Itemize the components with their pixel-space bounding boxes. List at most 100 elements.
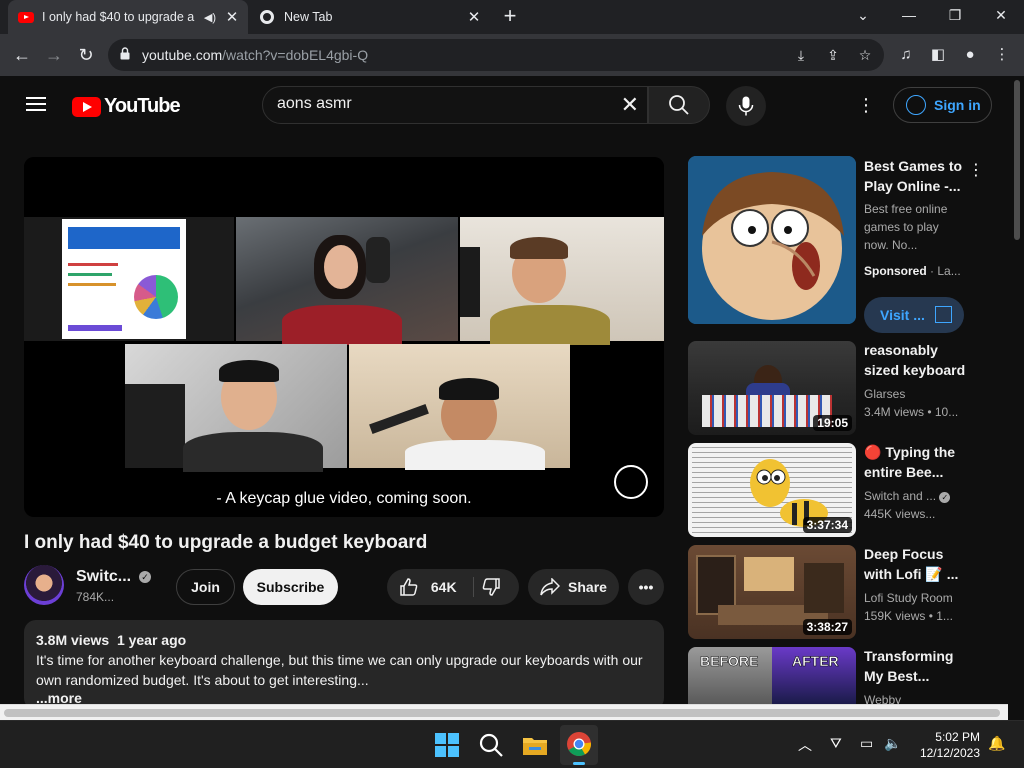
browser-tab-bar: I only had $40 to upgrade a ◀) ✕ New Tab… xyxy=(0,0,1024,34)
video-duration: 3:38:27 xyxy=(802,619,852,635)
share-page-icon[interactable]: ⇪ xyxy=(824,46,842,64)
notification-bell-icon[interactable]: 🔔 xyxy=(988,735,1005,752)
install-app-icon[interactable]: ⤓ xyxy=(792,46,810,64)
close-tab-icon[interactable]: ✕ xyxy=(222,8,242,26)
address-toolbar: ← → ↻ youtube.com/watch?v=dobEL4gbi-Q ⤓ … xyxy=(0,34,1024,76)
search-input[interactable] xyxy=(277,95,607,113)
visit-site-button[interactable]: Visit ... xyxy=(864,297,964,333)
recommendation-title[interactable]: reasonably sized keyboard xyxy=(864,340,974,380)
video-player[interactable]: - A keycap glue video, coming soon. xyxy=(24,157,664,517)
new-tab-button[interactable]: + xyxy=(498,4,522,28)
show-hidden-icons-icon[interactable]: ︿ xyxy=(798,735,812,755)
advertiser-name: · La... xyxy=(930,264,961,278)
join-button[interactable]: Join xyxy=(176,569,235,605)
share-arrow-icon xyxy=(540,578,561,596)
chrome-icon xyxy=(567,732,591,757)
verified-badge-icon: ✓ xyxy=(939,492,951,503)
recommendation-thumbnail[interactable]: 3:37:34 xyxy=(688,443,856,537)
recommendation-channel[interactable]: Glarses xyxy=(864,385,974,403)
ad-title[interactable]: Best Games to Play Online -... xyxy=(864,156,974,196)
after-label: AFTER xyxy=(792,653,839,670)
vertical-scrollbar[interactable] xyxy=(1010,76,1024,704)
display-icon[interactable]: ▭ xyxy=(860,735,873,752)
windows-start-icon[interactable] xyxy=(432,730,462,760)
channel-name[interactable]: Switc... xyxy=(76,568,131,586)
view-stats: 3.8M views 1 year ago xyxy=(36,632,652,648)
horizontal-scrollbar[interactable] xyxy=(0,704,1008,720)
settings-kebab-icon[interactable]: ⋮ xyxy=(856,94,876,116)
chrome-menu-icon[interactable]: ⋮ xyxy=(990,43,1014,67)
youtube-wordmark: YouTube xyxy=(104,95,181,117)
close-window-button[interactable]: ✕ xyxy=(978,0,1024,30)
like-count: 64K xyxy=(430,579,457,595)
description-box[interactable]: 3.8M views 1 year ago It's time for anot… xyxy=(24,620,664,710)
guide-menu-icon[interactable] xyxy=(26,97,46,111)
forward-button[interactable]: → xyxy=(42,43,66,67)
system-clock[interactable]: 5:02 PM 12/12/2023 xyxy=(920,729,980,761)
sign-in-button[interactable]: Sign in xyxy=(893,87,992,123)
recommendation-thumbnail[interactable]: BEFORE AFTER xyxy=(688,647,856,704)
tab-search-icon[interactable]: ⌄ xyxy=(840,0,886,30)
recommendation-stats: 159K views • 1... xyxy=(864,609,953,623)
recommendation-channel[interactable]: Lofi Study Room xyxy=(864,589,974,607)
video-tile-man-glasses xyxy=(125,344,347,472)
bookmark-star-icon[interactable]: ☆ xyxy=(856,46,874,64)
search-icon[interactable] xyxy=(476,730,506,760)
media-controls-icon[interactable]: ♫ xyxy=(894,43,918,67)
upload-age: 1 year ago xyxy=(116,632,187,648)
recommendation-title[interactable]: Deep Focus with Lofi 📝 ... xyxy=(864,544,974,584)
reload-button[interactable]: ↻ xyxy=(74,43,98,67)
youtube-play-icon xyxy=(72,96,101,117)
search-icon xyxy=(669,95,689,115)
external-link-icon xyxy=(935,306,952,323)
file-explorer-icon[interactable] xyxy=(520,730,550,760)
side-panel-icon[interactable]: ◧ xyxy=(926,43,950,67)
minimize-button[interactable]: — xyxy=(886,0,932,30)
video-title: I only had $40 to upgrade a budget keybo… xyxy=(24,532,428,553)
like-dislike-group: 64K xyxy=(387,569,519,605)
ad-thumbnail[interactable] xyxy=(688,156,856,324)
ad-menu-icon[interactable]: ⋮ xyxy=(968,160,984,180)
video-duration: 3:37:34 xyxy=(802,517,852,533)
share-button[interactable]: Share xyxy=(528,569,619,605)
profile-icon[interactable]: ● xyxy=(958,43,982,67)
tab-youtube[interactable]: I only had $40 to upgrade a ◀) ✕ xyxy=(8,0,248,34)
search-button[interactable] xyxy=(648,86,710,124)
close-tab-icon[interactable]: ✕ xyxy=(464,8,484,26)
subscribe-button[interactable]: Subscribe xyxy=(243,569,338,605)
more-horizontal-icon: ••• xyxy=(638,579,654,595)
sign-in-label: Sign in xyxy=(934,97,981,113)
scrollbar-thumb[interactable] xyxy=(4,709,1000,717)
shared-spreadsheet xyxy=(62,219,186,339)
video-tile-screenshare xyxy=(24,217,234,341)
active-app-indicator xyxy=(573,762,585,765)
restore-button[interactable]: ❐ xyxy=(932,0,978,30)
tab-new-tab[interactable]: New Tab ✕ xyxy=(250,0,490,34)
recommendation-title[interactable]: 🔴 Typing the entire Bee... xyxy=(864,442,974,482)
dislike-button[interactable] xyxy=(481,577,501,600)
recommendation-thumbnail[interactable]: 3:38:27 xyxy=(688,545,856,639)
tab-title: New Tab xyxy=(284,10,333,24)
recommendation-channel[interactable]: Webby xyxy=(864,691,974,704)
like-button[interactable]: 64K xyxy=(399,577,457,597)
recommendation-thumbnail[interactable]: 19:05 xyxy=(688,341,856,435)
voice-search-button[interactable] xyxy=(726,86,766,126)
youtube-logo[interactable]: YouTube xyxy=(72,95,181,118)
lock-icon[interactable] xyxy=(120,47,130,60)
recommendation-title[interactable]: Transforming My Best... xyxy=(864,646,974,686)
channel-avatar[interactable] xyxy=(24,565,64,605)
clear-search-icon[interactable]: ✕ xyxy=(621,93,639,117)
windows-taskbar: ︿ ⛛ ▭ 🔈 5:02 PM 12/12/2023 🔔 xyxy=(0,720,1024,768)
omnibox[interactable]: youtube.com/watch?v=dobEL4gbi-Q ⤓ ⇪ ☆ xyxy=(108,39,884,71)
more-actions-button[interactable]: ••• xyxy=(628,569,664,605)
volume-muted-icon[interactable]: 🔈 xyxy=(884,735,901,752)
account-icon xyxy=(906,95,926,115)
audio-playing-icon[interactable]: ◀) xyxy=(204,11,216,24)
channel-watermark-icon[interactable] xyxy=(614,465,648,499)
back-button[interactable]: ← xyxy=(10,43,34,67)
tab-title: I only had $40 to upgrade a xyxy=(42,10,195,24)
network-icon[interactable]: ⛛ xyxy=(830,735,842,752)
url-text[interactable]: youtube.com/watch?v=dobEL4gbi-Q xyxy=(142,47,368,63)
recommendation-channel[interactable]: Switch and ... ✓ xyxy=(864,487,974,505)
chrome-taskbar-button[interactable] xyxy=(560,725,598,765)
